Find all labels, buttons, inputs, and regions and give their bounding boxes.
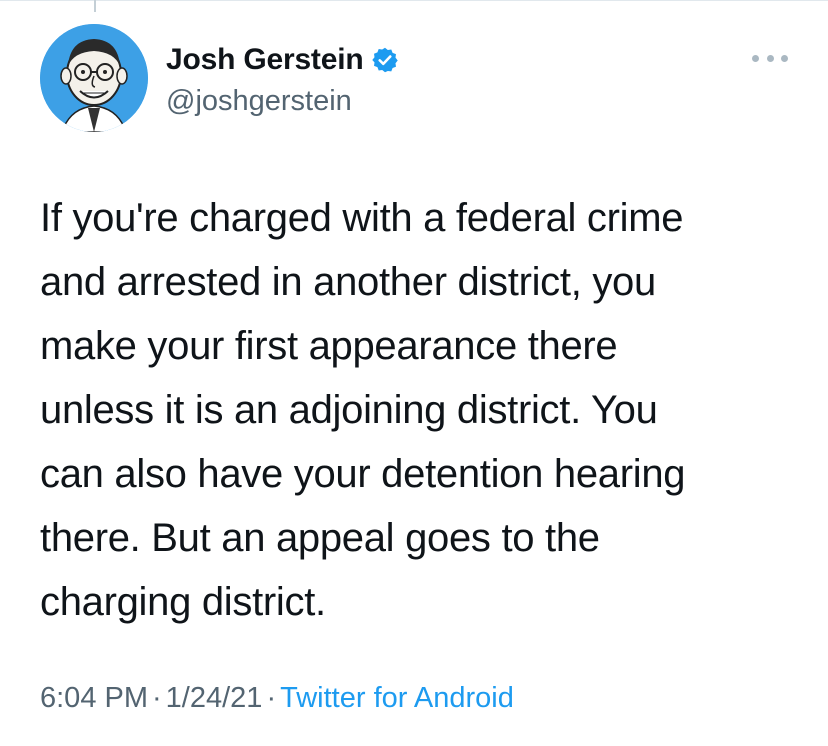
thread-connector-line bbox=[94, 0, 96, 12]
tweet-card: Josh Gerstein @joshgerstein If you're ch… bbox=[0, 0, 828, 746]
tweet-source-link[interactable]: Twitter for Android bbox=[280, 682, 514, 714]
tweet-time[interactable]: 6:04 PM bbox=[40, 682, 148, 714]
top-divider bbox=[0, 0, 828, 1]
avatar[interactable] bbox=[40, 24, 148, 132]
more-dot bbox=[781, 54, 788, 62]
meta-separator: · bbox=[152, 682, 162, 714]
author-handle[interactable]: @joshgerstein bbox=[166, 84, 352, 118]
more-options-icon[interactable] bbox=[752, 48, 788, 68]
more-dot bbox=[766, 54, 774, 62]
tweet-date[interactable]: 1/24/21 bbox=[166, 682, 263, 714]
more-dot bbox=[752, 54, 759, 62]
author-name-row[interactable]: Josh Gerstein bbox=[166, 42, 399, 78]
author-display-name[interactable]: Josh Gerstein bbox=[166, 42, 364, 78]
meta-separator: · bbox=[266, 682, 277, 714]
verified-badge-icon bbox=[371, 46, 399, 74]
tweet-text: If you're charged with a federal crime a… bbox=[40, 196, 686, 624]
caricature-avatar-icon bbox=[40, 24, 148, 132]
tweet-metadata: 6:04 PM · 1/24/21 · Twitter for Android bbox=[40, 678, 514, 718]
